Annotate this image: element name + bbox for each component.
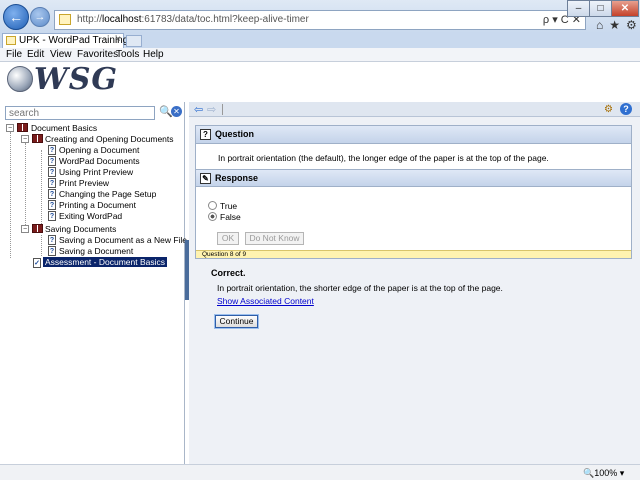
progress-text: Question 8 of 9 — [202, 251, 247, 258]
toc-item[interactable]: WordPad Documents — [59, 156, 140, 167]
assessment-icon: ✓ — [33, 258, 41, 268]
menu-tools[interactable]: Tools — [116, 49, 139, 60]
toc-item-assessment[interactable]: Assessment - Document Basics — [43, 257, 167, 268]
address-url[interactable]: http://localhost:61783/data/toc.html?kee… — [77, 14, 309, 25]
response-icon: ✎ — [200, 173, 211, 184]
tree-line — [25, 143, 26, 233]
maximize-button[interactable]: □ — [589, 0, 612, 17]
content-toolbar — [189, 102, 640, 117]
collapse-toggle[interactable]: − — [6, 124, 14, 132]
toc-pane: 🔍 ✕ − Document Basics − Creating and Ope… — [0, 102, 187, 464]
question-heading: Question — [215, 129, 255, 139]
question-header: ? Question — [196, 126, 631, 144]
topic-doc-icon: ? — [48, 156, 56, 166]
option-true[interactable]: True — [208, 201, 237, 211]
page-header: WSG — [0, 62, 640, 102]
tab-page-icon — [6, 36, 16, 45]
toc-item[interactable]: Changing the Page Setup — [59, 189, 156, 200]
option-false[interactable]: False — [208, 212, 241, 222]
back-button[interactable]: ← — [3, 4, 29, 30]
menu-view[interactable]: View — [50, 49, 72, 60]
zoom-level[interactable]: 🔍100% ▾ — [583, 468, 624, 479]
tools-icon[interactable]: ⚙ — [604, 104, 613, 115]
globe-logo-icon — [7, 66, 33, 92]
selected-label: Assessment - Document Basics — [43, 257, 167, 267]
question-icon: ? — [200, 129, 211, 140]
topic-doc-icon: ? — [48, 178, 56, 188]
option-false-label: False — [220, 212, 241, 222]
question-panel: ? Question In portrait orientation (the … — [195, 125, 632, 259]
content-forward-icon[interactable]: ⇨ — [207, 103, 216, 116]
tree-line — [41, 150, 42, 226]
toc-item[interactable]: Exiting WordPad — [59, 211, 122, 222]
toc-item[interactable]: Saving a Document — [59, 246, 133, 257]
help-icon[interactable]: ? — [620, 103, 632, 115]
topic-doc-icon: ? — [48, 235, 56, 245]
menu-file[interactable]: File — [6, 49, 22, 60]
toc-item-creating-opening[interactable]: Creating and Opening Documents — [45, 134, 174, 145]
question-progress: Question 8 of 9 — [196, 250, 631, 258]
minimize-button[interactable]: – — [567, 0, 590, 17]
clear-search-icon[interactable]: ✕ — [171, 106, 182, 117]
topic-doc-icon: ? — [48, 189, 56, 199]
toc-item[interactable]: Print Preview — [59, 178, 109, 189]
radio-true[interactable] — [208, 201, 217, 210]
collapse-toggle[interactable]: − — [21, 225, 29, 233]
toc-item-document-basics[interactable]: Document Basics — [31, 123, 97, 134]
toc-item[interactable]: Using Print Preview — [59, 167, 133, 178]
tree-line — [10, 132, 11, 258]
feedback-title: Correct. — [211, 268, 246, 278]
toc-item[interactable]: Opening a Document — [59, 145, 139, 156]
tab-close-icon[interactable]: × — [115, 34, 121, 45]
question-text: In portrait orientation (the default), t… — [218, 153, 549, 163]
do-not-know-button[interactable]: Do Not Know — [245, 232, 304, 245]
back-arrow-icon: ← — [9, 9, 23, 25]
book-icon — [32, 224, 43, 233]
tab-label: UPK - WordPad Training — [19, 35, 129, 46]
radio-false[interactable] — [208, 212, 217, 221]
tab-upk-wordpad[interactable]: UPK - WordPad Training × — [2, 33, 128, 48]
topic-doc-icon: ? — [48, 145, 56, 155]
close-window-button[interactable]: ✕ — [611, 0, 639, 17]
toc-item[interactable]: Printing a Document — [59, 200, 136, 211]
menu-bar: File Edit View Favorites Tools Help — [0, 48, 640, 62]
topic-doc-icon: ? — [48, 246, 56, 256]
toc-item[interactable]: Saving a Document as a New File — [59, 235, 187, 246]
address-bar[interactable]: http://localhost:61783/data/toc.html?kee… — [54, 10, 586, 30]
page-icon — [59, 14, 71, 25]
topic-doc-icon: ? — [48, 211, 56, 221]
home-favorites-settings-icons[interactable]: ⌂★⚙ — [596, 18, 640, 32]
content-back-icon[interactable]: ⇦ — [194, 103, 203, 116]
toolbar-separator — [222, 104, 223, 115]
response-heading: Response — [215, 173, 259, 183]
ok-button[interactable]: OK — [217, 232, 239, 245]
show-associated-content-link[interactable]: Show Associated Content — [217, 296, 314, 306]
feedback-text: In portrait orientation, the shorter edg… — [217, 283, 503, 293]
status-bar: 🔍100% ▾ — [0, 464, 640, 480]
option-true-label: True — [220, 201, 238, 211]
forward-arrow-icon: → — [34, 11, 46, 23]
toc-item-saving-documents[interactable]: Saving Documents — [45, 224, 116, 235]
menu-edit[interactable]: Edit — [27, 49, 44, 60]
book-icon — [32, 134, 43, 143]
book-icon — [17, 123, 28, 132]
collapse-toggle[interactable]: − — [21, 135, 29, 143]
wsg-logo: WSG — [34, 62, 118, 97]
response-header: ✎ Response — [196, 169, 631, 187]
tree-line — [41, 235, 42, 256]
menu-favorites[interactable]: Favorites — [77, 49, 118, 60]
new-tab-button[interactable] — [126, 35, 142, 47]
forward-button[interactable]: → — [30, 7, 50, 27]
topic-doc-icon: ? — [48, 200, 56, 210]
search-input[interactable] — [5, 106, 155, 120]
topic-doc-icon: ? — [48, 167, 56, 177]
continue-button[interactable]: Continue — [215, 315, 258, 328]
menu-help[interactable]: Help — [143, 49, 164, 60]
